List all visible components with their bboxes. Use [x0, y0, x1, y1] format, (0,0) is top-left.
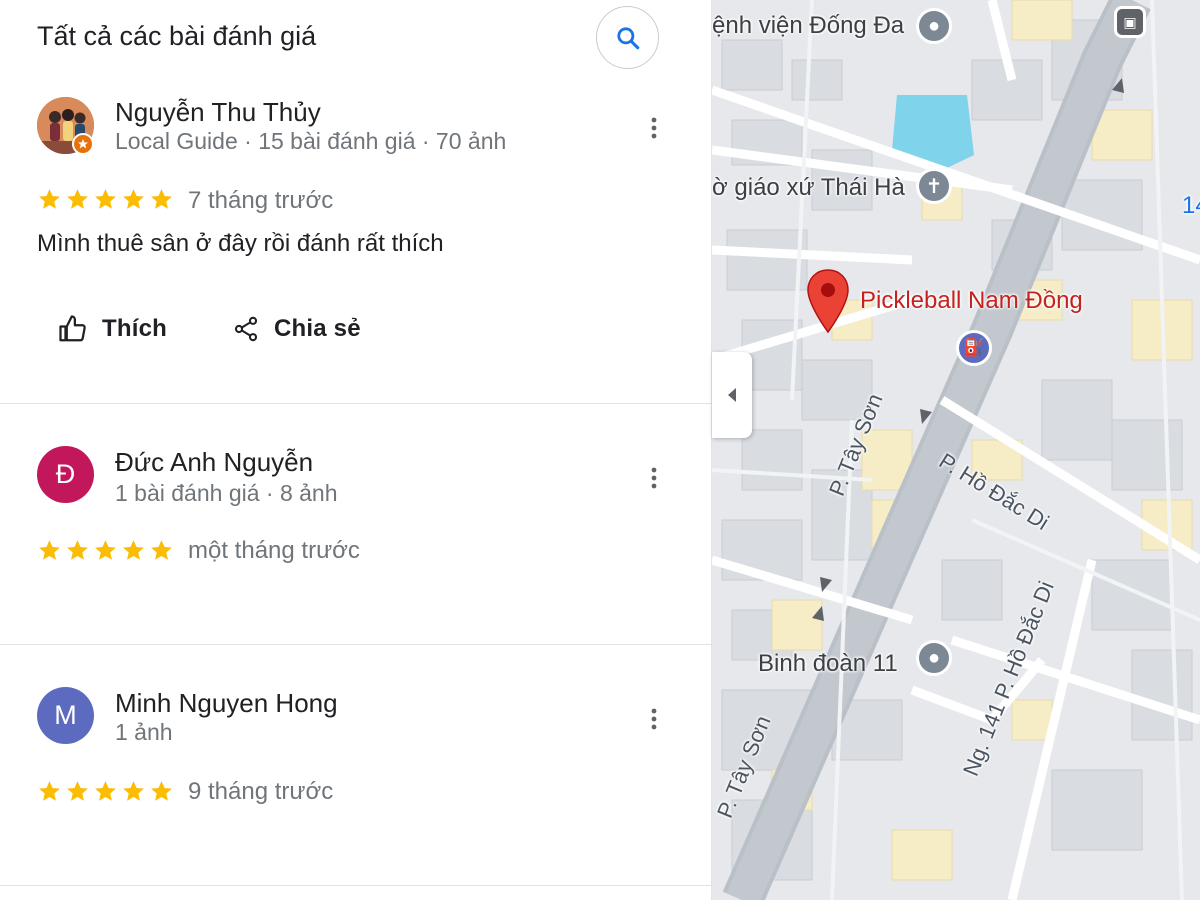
star-rating: [37, 779, 174, 804]
avatar-letter: M: [54, 700, 77, 730]
star-icon: [67, 781, 88, 801]
more-vert-icon: [651, 708, 657, 730]
star-icon: [67, 189, 88, 209]
star-icon: [95, 781, 116, 801]
star-icon: [39, 189, 60, 209]
map-label-edge: 14: [1182, 192, 1200, 219]
review-time: 7 tháng trước: [188, 187, 334, 214]
star-icon: [39, 781, 60, 801]
star-icon: [95, 540, 116, 560]
search-icon: [616, 26, 639, 49]
map-label-hospital[interactable]: ệnh viện Đống Đa: [712, 12, 904, 40]
share-label: Chia sẻ: [274, 315, 361, 342]
military-poi-icon[interactable]: ●: [916, 640, 952, 676]
thumb-up-icon: [59, 315, 86, 342]
maps-window: Tất cả các bài đánh giá Nguyễn Thu Thủy …: [0, 0, 1200, 900]
church-poi-icon[interactable]: ✝: [916, 168, 952, 204]
star-icon: [151, 781, 172, 801]
review-card: Đ Đức Anh Nguyễn 1 bài đánh giá · 8 ảnh …: [0, 404, 712, 645]
star-icon: [95, 189, 116, 209]
more-vert-icon: [651, 467, 657, 489]
map-canvas[interactable]: ● ệnh viện Đống Đa ✝ ờ giáo xứ Thái Hà ▣…: [712, 0, 1200, 900]
review-time: 9 tháng trước: [188, 778, 334, 805]
avatar[interactable]: Đ: [37, 446, 94, 503]
avatar[interactable]: M: [37, 687, 94, 744]
bus-stop-icon[interactable]: ▣: [1114, 6, 1146, 38]
panel-header: Tất cả các bài đánh giá: [0, 0, 711, 80]
reviewer-name[interactable]: Đức Anh Nguyễn: [115, 447, 313, 478]
map-label-church[interactable]: ờ giáo xứ Thái Hà: [712, 174, 905, 202]
like-button[interactable]: Thích: [58, 305, 179, 353]
more-options-button[interactable]: [640, 108, 668, 148]
share-button[interactable]: Chia sẻ: [232, 305, 373, 353]
map-label-military[interactable]: Binh đoàn 11: [758, 650, 898, 678]
reviewer-meta: 1 bài đánh giá · 8 ảnh: [115, 480, 338, 506]
reviewer-name[interactable]: Nguyễn Thu Thủy: [115, 97, 321, 128]
like-label: Thích: [102, 315, 167, 342]
star-icon: [151, 189, 172, 209]
more-options-button[interactable]: [640, 458, 668, 498]
search-reviews-button[interactable]: [596, 6, 659, 69]
chevron-left-icon: [728, 388, 736, 402]
share-icon: [234, 316, 258, 342]
star-icon: [39, 540, 60, 560]
gas-station-icon[interactable]: ⛽: [956, 330, 992, 366]
panel-title: Tất cả các bài đánh giá: [37, 21, 317, 51]
star-icon: [123, 189, 144, 209]
review-time: một tháng trước: [188, 537, 360, 564]
map-background: [712, 0, 1200, 900]
local-guide-badge-icon: [72, 133, 94, 155]
more-vert-icon: [651, 117, 657, 139]
reviewer-meta: Local Guide · 15 bài đánh giá · 70 ảnh: [115, 128, 507, 154]
review-card: Nguyễn Thu Thủy Local Guide · 15 bài đán…: [0, 80, 712, 404]
avatar-letter: Đ: [55, 459, 76, 489]
star-icon: [123, 781, 144, 801]
map-label-place[interactable]: Pickleball Nam Đồng: [860, 287, 1083, 315]
reviews-panel: Tất cả các bài đánh giá Nguyễn Thu Thủy …: [0, 0, 712, 900]
hospital-poi-icon[interactable]: ●: [916, 8, 952, 44]
star-rating: [37, 187, 174, 212]
reviewer-name[interactable]: Minh Nguyen Hong: [115, 688, 338, 719]
more-options-button[interactable]: [640, 699, 668, 739]
collapse-panel-button[interactable]: [712, 352, 752, 438]
star-icon: [151, 540, 172, 560]
review-card: M Minh Nguyen Hong 1 ảnh 9 tháng trước: [0, 645, 712, 886]
star-rating: [37, 538, 174, 563]
reviewer-meta: 1 ảnh: [115, 719, 173, 745]
star-icon: [123, 540, 144, 560]
place-marker-icon[interactable]: [806, 268, 850, 334]
review-text: Mình thuê sân ở đây rồi đánh rất thích: [37, 230, 444, 257]
star-icon: [67, 540, 88, 560]
